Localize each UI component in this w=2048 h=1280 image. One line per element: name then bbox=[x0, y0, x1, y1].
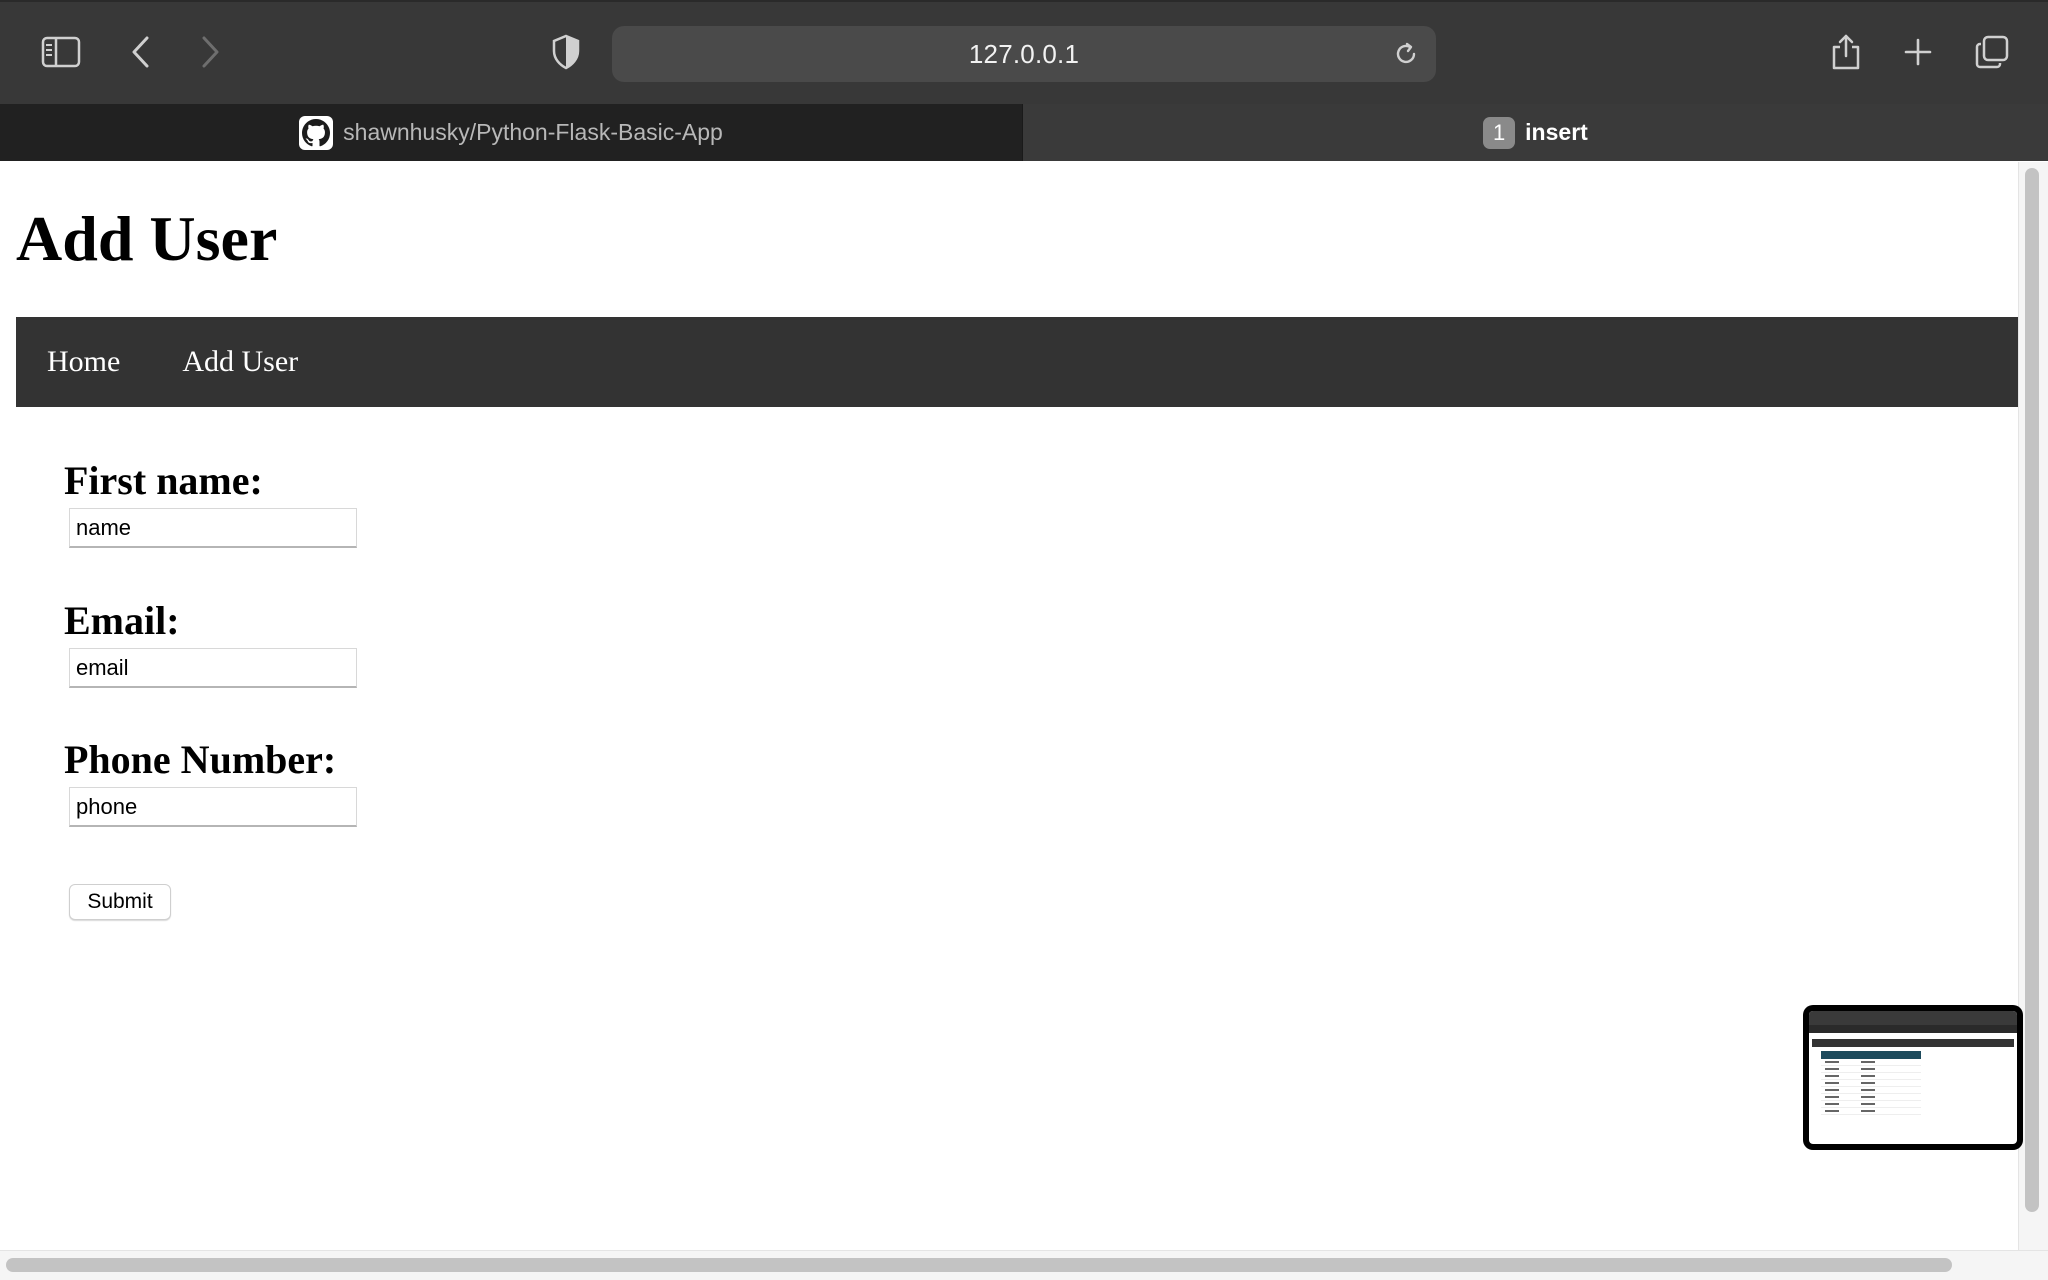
thumbnail-table-row bbox=[1821, 1094, 1921, 1101]
thumbnail-table-row bbox=[1821, 1059, 1921, 1066]
thumbnail-image bbox=[1809, 1011, 2017, 1144]
nav-link-add-user[interactable]: Add User bbox=[151, 345, 329, 379]
vertical-scrollbar-thumb[interactable] bbox=[2025, 168, 2039, 1212]
email-label: Email: bbox=[64, 598, 180, 643]
thumbnail-nav bbox=[1812, 1039, 2014, 1047]
thumbnail-table-header bbox=[1821, 1051, 1921, 1059]
tab-label: shawnhusky/Python-Flask-Basic-App bbox=[343, 119, 723, 145]
browser-toolbar: 127.0.0.1 bbox=[0, 0, 2048, 104]
plus-icon bbox=[1904, 38, 1932, 66]
phone-input[interactable] bbox=[69, 787, 357, 827]
github-icon bbox=[299, 115, 334, 150]
privacy-report-button[interactable] bbox=[538, 24, 594, 80]
tab-bar: shawnhusky/Python-Flask-Basic-App 1 inse… bbox=[0, 104, 2048, 161]
page-title: Add User bbox=[16, 203, 278, 274]
url-text: 127.0.0.1 bbox=[968, 38, 1080, 69]
first-name-label: First name: bbox=[64, 458, 263, 503]
tab-badge: 1 bbox=[1483, 116, 1516, 149]
tab-insert[interactable]: 1 insert bbox=[1022, 104, 2048, 161]
shield-icon bbox=[552, 34, 580, 70]
thumbnail-table-row bbox=[1821, 1108, 1921, 1115]
thumbnail-table bbox=[1821, 1051, 1921, 1115]
sidebar-icon bbox=[41, 36, 81, 68]
back-button[interactable] bbox=[113, 24, 169, 80]
first-name-input[interactable] bbox=[69, 508, 357, 548]
reload-icon bbox=[1396, 42, 1416, 64]
reload-button[interactable] bbox=[1388, 36, 1424, 72]
chevron-left-icon bbox=[132, 36, 149, 68]
email-input[interactable] bbox=[69, 648, 357, 688]
page-content: Add User Home Add User First name: Email… bbox=[0, 162, 2018, 1250]
nav-bar: Home Add User bbox=[16, 317, 2018, 407]
phone-label: Phone Number: bbox=[64, 737, 337, 782]
thumbnail-tabs bbox=[1809, 1025, 2017, 1033]
share-button[interactable] bbox=[1818, 24, 1874, 80]
share-icon bbox=[1832, 34, 1860, 70]
tab-overview-button[interactable] bbox=[1964, 24, 2020, 80]
thumbnail-table-row bbox=[1821, 1080, 1921, 1087]
thumbnail-title bbox=[1809, 1033, 2017, 1037]
tab-label: insert bbox=[1525, 119, 1588, 145]
chevron-right-icon bbox=[202, 36, 219, 68]
thumbnail-chrome bbox=[1809, 1011, 2017, 1025]
forward-button[interactable] bbox=[182, 24, 238, 80]
new-tab-button[interactable] bbox=[1890, 24, 1946, 80]
thumbnail-table-row bbox=[1821, 1101, 1921, 1108]
thumbnail-table-row bbox=[1821, 1066, 1921, 1073]
address-bar[interactable]: 127.0.0.1 bbox=[612, 26, 1436, 82]
thumbnail-table-row bbox=[1821, 1087, 1921, 1094]
nav-link-home[interactable]: Home bbox=[16, 345, 151, 379]
horizontal-scrollbar-thumb[interactable] bbox=[6, 1258, 1952, 1272]
tab-overview-icon bbox=[1975, 35, 2009, 69]
thumbnail-table-row bbox=[1821, 1073, 1921, 1080]
submit-button[interactable]: Submit bbox=[69, 884, 171, 920]
tab-github[interactable]: shawnhusky/Python-Flask-Basic-App bbox=[0, 104, 1022, 161]
screenshot-thumbnail[interactable] bbox=[1803, 1005, 2023, 1150]
sidebar-toggle-button[interactable] bbox=[33, 24, 89, 80]
